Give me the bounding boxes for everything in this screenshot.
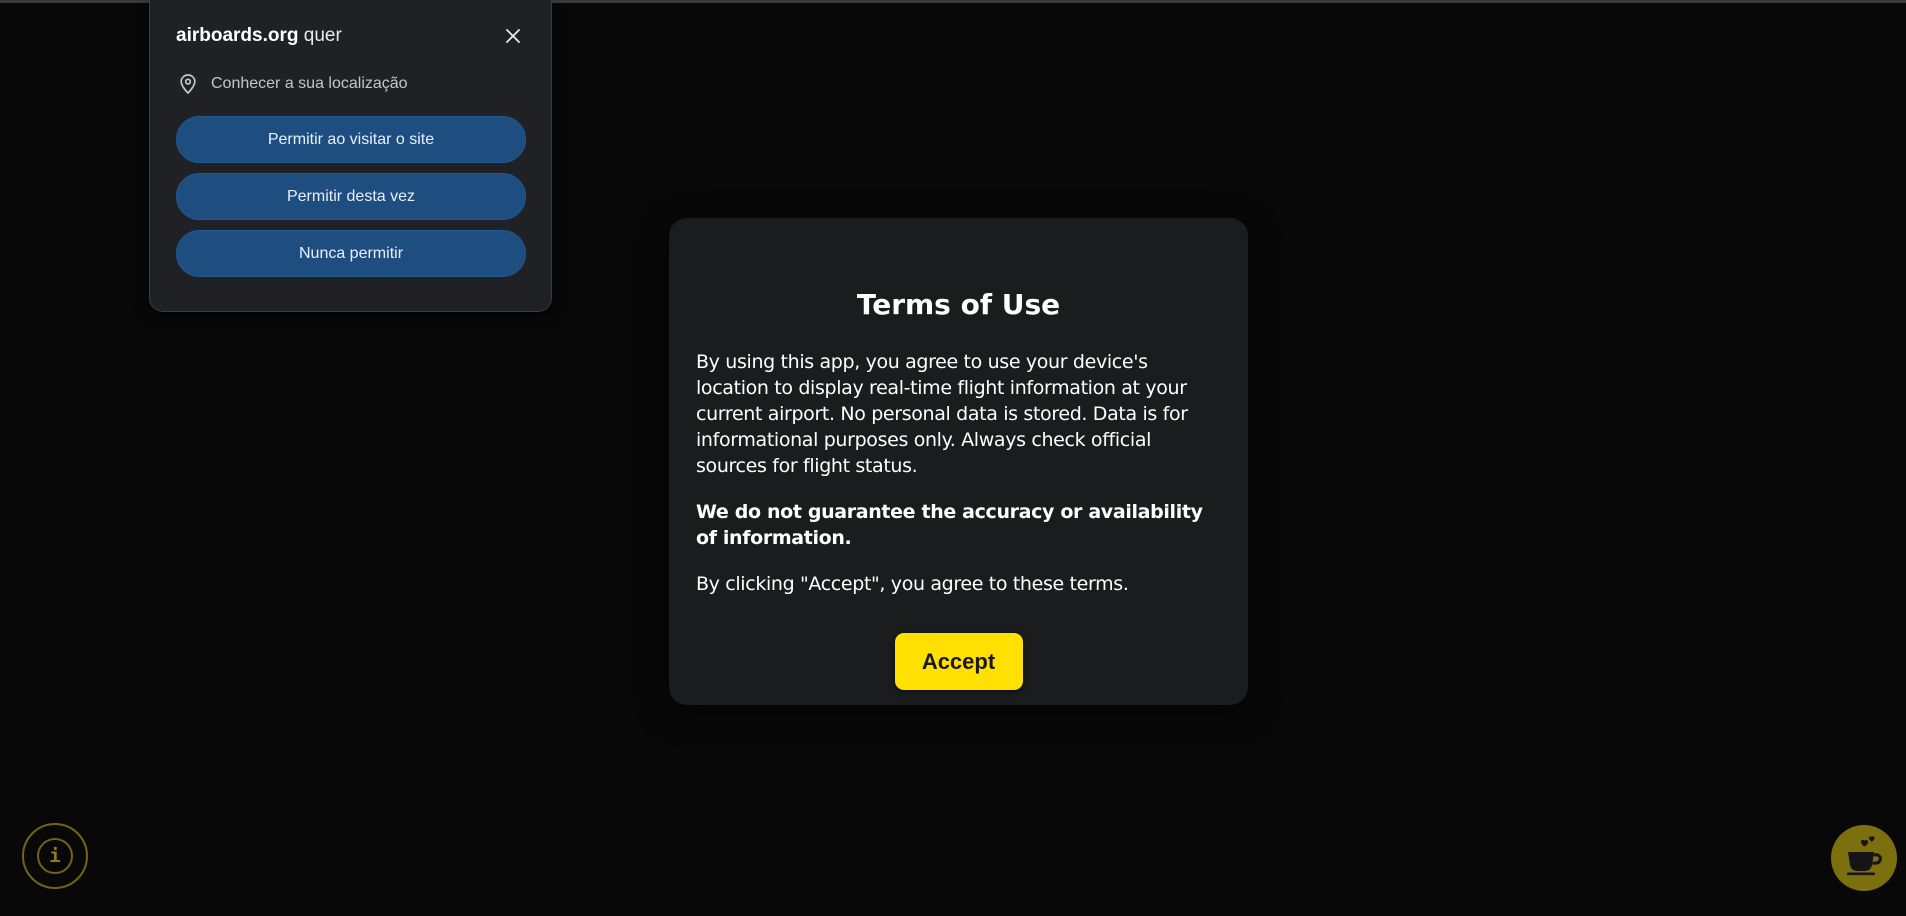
terms-paragraph-consent: By clicking "Accept", you agree to these… (696, 573, 1129, 595)
terms-paragraph-location: By using this app, you agree to use your… (696, 351, 1188, 477)
terms-title: Terms of Use (856, 288, 1061, 321)
location-pin-icon (176, 72, 200, 96)
permission-row: Conhecer a sua localização (176, 73, 525, 95)
info-icon: i (37, 838, 73, 874)
accept-wrapper: Accept (696, 633, 1221, 690)
coffee-button[interactable] (1831, 825, 1897, 891)
allow-this-time-button[interactable]: Permitir desta vez (176, 173, 526, 220)
permission-title: airboards.org quer (176, 25, 342, 47)
never-allow-button[interactable]: Nunca permitir (176, 230, 526, 277)
permission-description: Conhecer a sua localização (211, 75, 408, 92)
app-page: airboards.org quer Conhecer a sua locali… (0, 0, 1906, 916)
location-permission-popup: airboards.org quer Conhecer a sua locali… (149, 0, 552, 312)
permission-title-suffix: quer (298, 25, 342, 46)
accept-button[interactable]: Accept (894, 633, 1023, 690)
allow-on-visit-button[interactable]: Permitir ao visitar o site (176, 116, 526, 163)
terms-paragraph-disclaimer: We do not guarantee the accuracy or avai… (696, 501, 1203, 549)
coffee-cup-icon (1841, 833, 1887, 884)
terms-of-use-modal: Terms of Use By using this app, you agre… (669, 218, 1248, 705)
permission-header: airboards.org quer (176, 24, 525, 48)
info-button[interactable]: i (22, 823, 88, 889)
close-icon[interactable] (501, 24, 525, 48)
permission-site: airboards.org (176, 25, 299, 46)
